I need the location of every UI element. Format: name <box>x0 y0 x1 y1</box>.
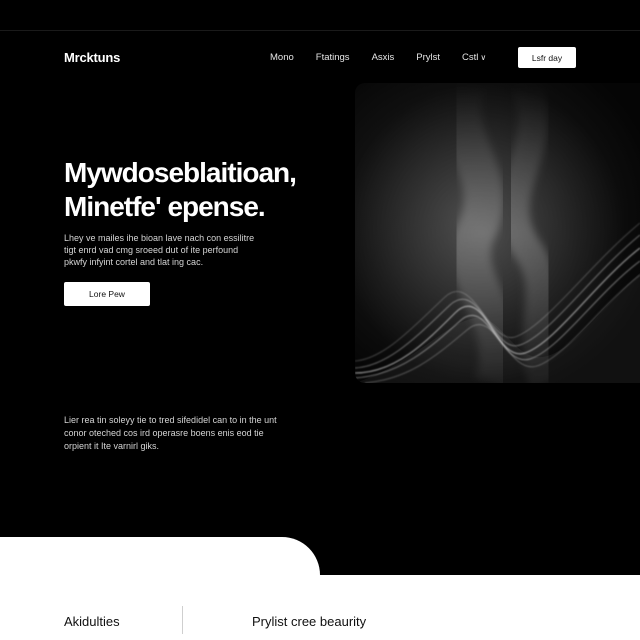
footer-label-right: Prylist cree beaurity <box>252 614 367 629</box>
chevron-down-icon: ∨ <box>480 53 487 62</box>
hero-title-line-2: Minetfe' epense. <box>64 191 266 222</box>
body-paragraph: Lier rea tin soleyy tie to tred sifedide… <box>64 414 314 453</box>
nav-item-ftatings[interactable]: Ftatings <box>316 52 350 63</box>
main-nav: Mono Ftatings Asxis Prylst Cstl ∨ <box>270 52 486 63</box>
browser-top-bar <box>0 0 640 31</box>
hero-title-line-1: Mywdoseblaitioan, <box>64 157 297 188</box>
body-line: orpient it Ite varnirl giks. <box>64 441 160 451</box>
body-line: conor oteched cos ird operasre boens eni… <box>64 428 264 438</box>
nav-item-prylst[interactable]: Prylst <box>416 52 440 63</box>
hero-subtitle-line: tigt enrd vad cmg sroeed dut of ite perf… <box>64 245 239 255</box>
section-curve-light <box>0 537 320 575</box>
hero-smoke-image <box>355 83 640 383</box>
footer-label-left: Akidulties <box>64 614 120 629</box>
brand-logo[interactable]: Mrcktuns <box>64 50 120 65</box>
nav-item-asxis[interactable]: Asxis <box>372 52 395 63</box>
nav-item-mono[interactable]: Mono <box>270 52 294 63</box>
nav-item-cstl-dropdown[interactable]: Cstl ∨ <box>462 52 486 63</box>
hero-subtitle-line: pkwfy infyint cortel and tlat ing cac. <box>64 257 204 267</box>
hero-title: Mywdoseblaitioan, Minetfe' epense. <box>64 156 364 224</box>
header-cta-button[interactable]: Lsfr day <box>518 47 576 68</box>
footer-divider <box>182 606 183 634</box>
hero-subtitle-line: Lhey ve mailes ihe bioan lave nach con e… <box>64 233 255 243</box>
hero-subtitle: Lhey ve mailes ihe bioan lave nach con e… <box>64 232 314 268</box>
smoke-wave-icon <box>355 83 640 383</box>
landing-page: Mrcktuns Mono Ftatings Asxis Prylst Cstl… <box>0 0 640 640</box>
hero-cta-button[interactable]: Lore Pew <box>64 282 150 306</box>
section-curve-dark <box>280 537 640 575</box>
body-line: Lier rea tin soleyy tie to tred sifedide… <box>64 415 277 425</box>
nav-item-cstl-label: Cstl <box>462 52 479 63</box>
